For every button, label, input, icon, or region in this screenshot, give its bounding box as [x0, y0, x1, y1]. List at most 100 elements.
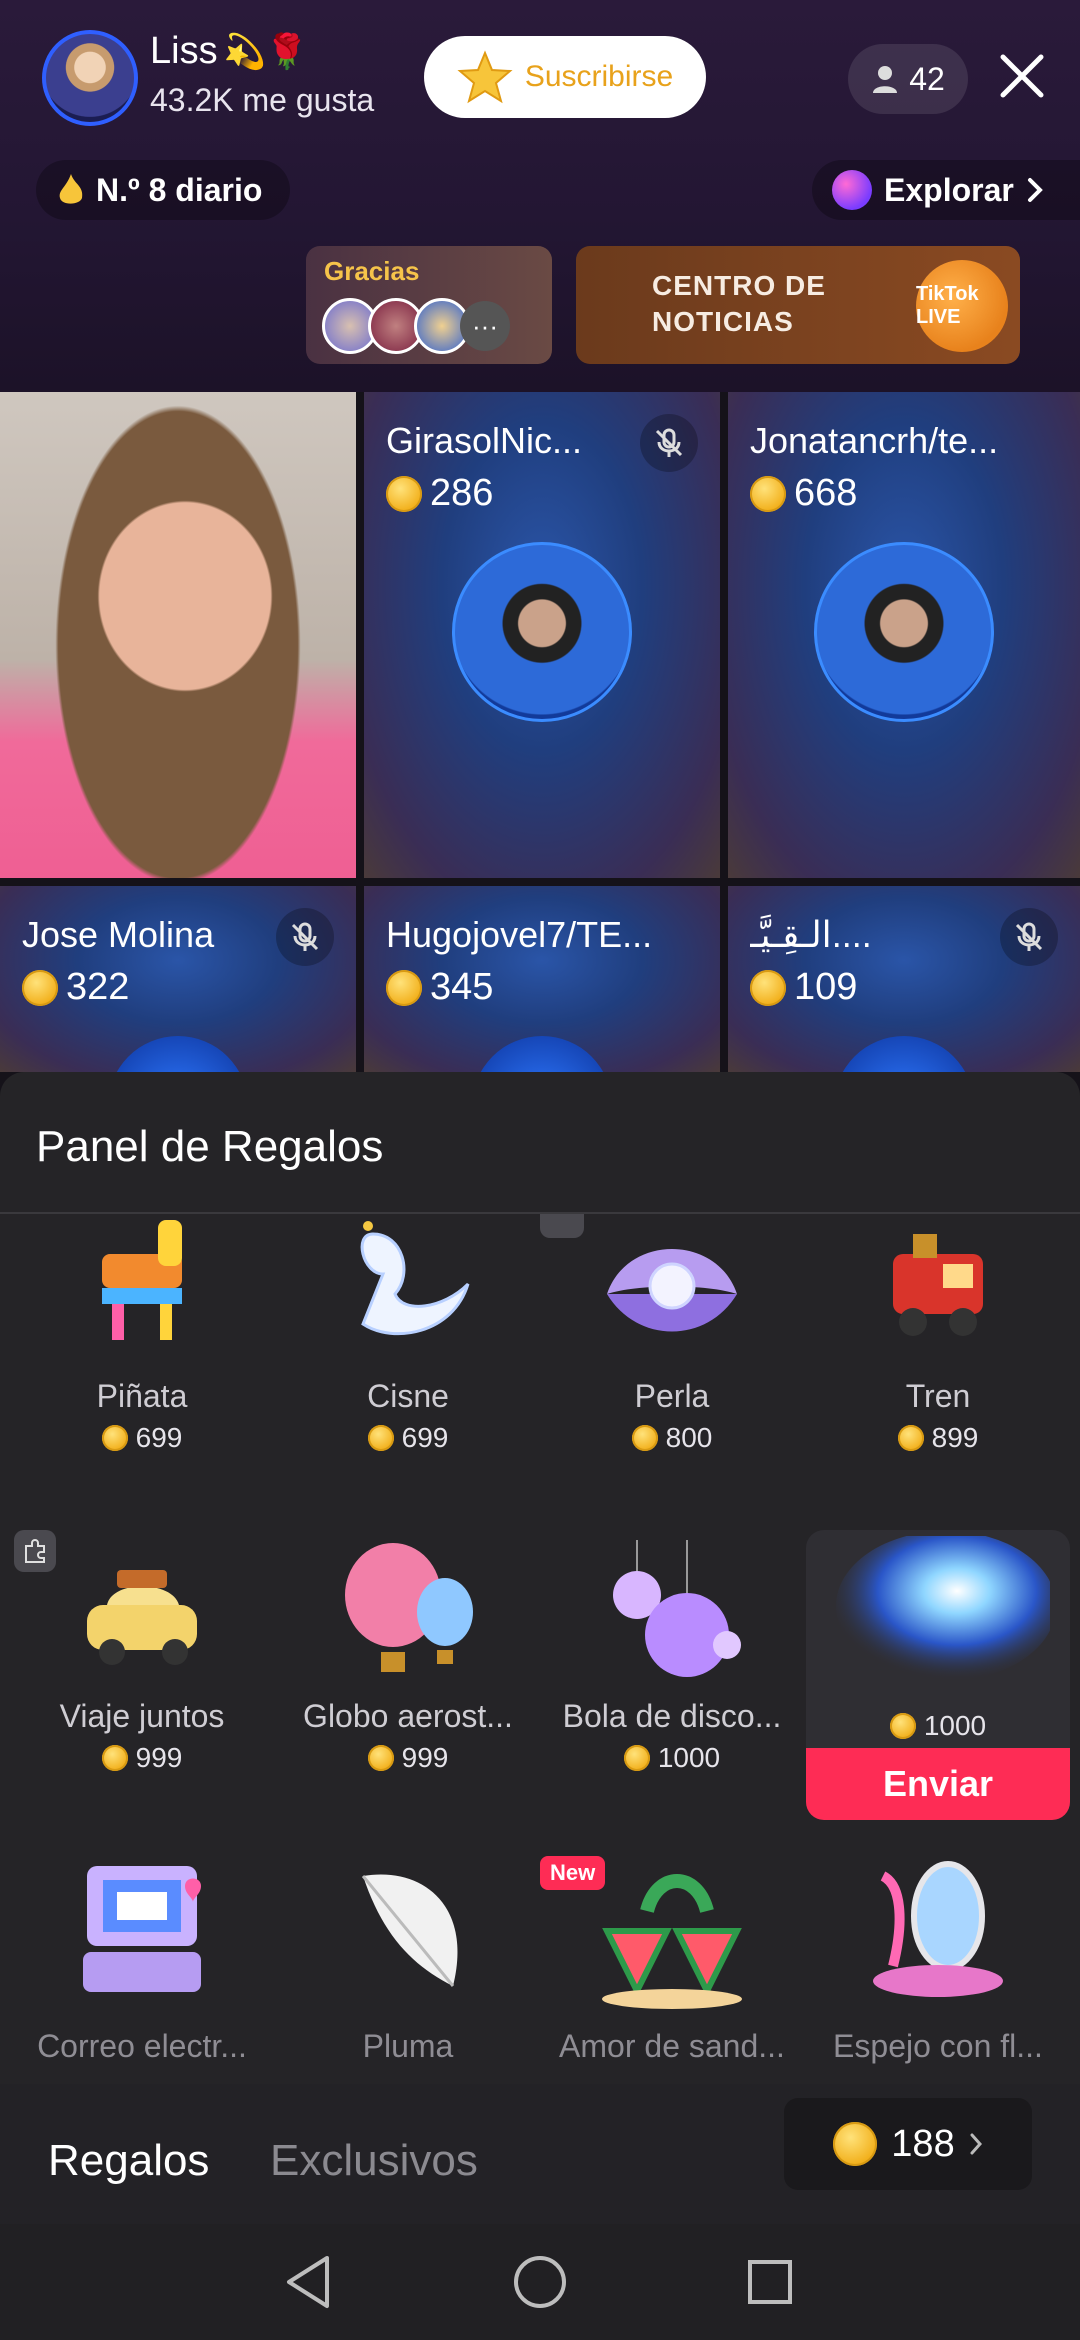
gift-price: 999 [10, 1742, 274, 1774]
gift-name: Bola de disco... [562, 1698, 782, 1734]
chevron-right-icon [1027, 178, 1043, 202]
thanks-title: Gracias [324, 256, 420, 286]
daily-rank-label: N.º 8 diario [96, 171, 263, 208]
viewer-count[interactable]: 42 [848, 44, 968, 114]
mirror-icon [863, 1856, 1013, 2006]
gift-name: Pluma [362, 2028, 454, 2064]
coin-balance-button[interactable]: 188 [784, 2098, 1032, 2190]
tab-exclusive[interactable]: Exclusivos [270, 2136, 478, 2186]
flame-icon [59, 174, 83, 204]
chevron-right-icon [970, 2133, 982, 2155]
watermelon-icon [597, 1866, 747, 2016]
gift-price: 1000 [806, 1710, 1070, 1742]
coin-icon [367, 1425, 394, 1451]
gift-item-selected[interactable]: 1000 Enviar [806, 1530, 1070, 1820]
send-button[interactable]: Enviar [806, 1748, 1070, 1820]
host-name[interactable]: Liss 💫🌹 [150, 30, 308, 73]
recents-button[interactable] [738, 2250, 802, 2314]
gift-name: Viaje juntos [59, 1698, 225, 1734]
coin-icon [897, 1425, 924, 1451]
back-triangle-icon [287, 2256, 329, 2308]
host-likes: 43.2K me gusta [150, 82, 375, 118]
gift-name: Perla [634, 1378, 710, 1414]
guest-coins: 668 [750, 472, 857, 515]
coin-icon [101, 1425, 128, 1451]
gift-name: Cisne [367, 1378, 449, 1414]
gift-price-value: 699 [135, 1422, 183, 1453]
coin-icon [750, 475, 786, 512]
gift-item[interactable]: New Amor de sand... [540, 1856, 804, 2084]
guest-cell[interactable]: Hugojovel7/TE... 345 [364, 886, 720, 1072]
pearl-icon [597, 1214, 747, 1354]
tab-gifts[interactable]: Regalos [48, 2136, 209, 2186]
daily-rank-pill[interactable]: N.º 8 diario [36, 160, 291, 220]
host-avatar[interactable] [42, 30, 138, 126]
gift-tabs-bar: Regalos Exclusivos 188 [0, 2084, 1080, 2224]
person-icon [873, 66, 898, 93]
subscribe-button[interactable]: Suscribirse [424, 36, 706, 118]
host-name-text: Liss [150, 30, 218, 72]
gift-item[interactable]: Correo electr... [10, 1856, 274, 2084]
gift-item[interactable]: Tren 899 [806, 1214, 1070, 1514]
guest-name: Jonatancrh/te... [750, 420, 999, 461]
gift-name: Tren [905, 1378, 971, 1414]
host-video [0, 392, 356, 878]
gift-price-value: 1000 [923, 1710, 987, 1741]
home-button[interactable] [508, 2250, 572, 2314]
gift-price: 699 [276, 1422, 540, 1454]
guest-coins: 322 [22, 966, 129, 1009]
guest-avatar [452, 542, 632, 722]
gift-price: 800 [540, 1422, 804, 1454]
recents-square-icon [748, 2260, 792, 2304]
coin-icon [833, 2122, 878, 2166]
coin-icon [386, 475, 422, 512]
gift-price-value: 699 [401, 1422, 449, 1453]
news-center-banner[interactable]: CENTRO DE NOTICIAS TikTok LIVE [576, 246, 1020, 364]
back-button[interactable] [276, 2250, 340, 2314]
muted-mic-icon [1000, 908, 1058, 966]
coin-balance-value: 188 [891, 2122, 955, 2165]
guest-cell[interactable]: Jose Molina 322 [0, 886, 356, 1072]
subscribe-label: Suscribirse [524, 60, 674, 93]
star-icon [457, 50, 513, 104]
live-header: Liss 💫🌹 43.2K me gusta Suscribirse 42 N.… [0, 0, 1080, 392]
gift-name: Piñata [96, 1378, 188, 1414]
coin-icon [750, 969, 786, 1006]
gift-item[interactable]: Perla 800 [540, 1214, 804, 1514]
explore-button[interactable]: Explorar [812, 160, 1080, 220]
guest-cell[interactable]: الـقِـيَّـ.... 109 [728, 886, 1080, 1072]
close-button[interactable] [986, 40, 1058, 112]
guest-coins: 286 [386, 472, 493, 515]
gift-item[interactable]: Viaje juntos 999 [10, 1530, 274, 1830]
gift-price: 999 [276, 1742, 540, 1774]
guest-cell[interactable]: GirasolNic... 286 [364, 392, 720, 878]
gift-name: Correo electr... [37, 2028, 247, 2064]
gift-item[interactable]: Espejo con fl... [806, 1856, 1070, 2084]
galaxy-icon [826, 1536, 1050, 1696]
muted-mic-icon [276, 908, 334, 966]
system-navigation-bar [0, 2224, 1080, 2340]
gift-name: Globo aerost... [303, 1698, 513, 1734]
gift-item[interactable]: Cisne 699 [276, 1214, 540, 1514]
computer-mail-icon [67, 1856, 217, 2006]
tiktok-live-badge: TikTok LIVE [916, 260, 1008, 352]
swan-icon [333, 1214, 483, 1354]
car-icon [67, 1540, 217, 1690]
gift-item[interactable]: Globo aerost... 999 [276, 1530, 540, 1830]
guest-cell[interactable]: Jonatancrh/te... 668 [728, 392, 1080, 878]
guest-name: الـقِـيَّـ.... [750, 914, 872, 955]
puzzle-icon [14, 1530, 56, 1572]
guest-name: Jose Molina [22, 914, 215, 955]
gift-item[interactable]: Pluma [276, 1856, 540, 2084]
thanks-banner[interactable]: Gracias ··· [306, 246, 552, 364]
gift-price: 1000 [540, 1742, 804, 1774]
planet-icon [832, 170, 872, 210]
gift-item[interactable]: Piñata 699 [10, 1214, 274, 1514]
coin-icon [386, 969, 422, 1006]
gift-price-value: 899 [931, 1422, 979, 1453]
gift-item[interactable]: Bola de disco... 1000 [540, 1530, 804, 1830]
gift-price: 699 [10, 1422, 274, 1454]
host-video-cell[interactable] [0, 392, 356, 878]
viewer-count-value: 42 [909, 60, 945, 97]
home-circle-icon [514, 2256, 566, 2308]
